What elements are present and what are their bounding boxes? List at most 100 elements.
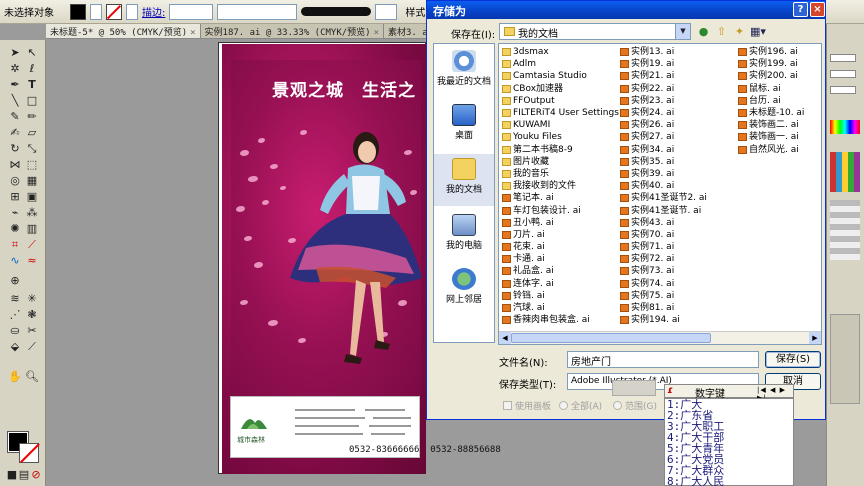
file-list-item[interactable]: 实例73. ai <box>620 265 707 277</box>
file-list-item[interactable]: 装饰画一. ai <box>738 131 804 143</box>
stroke-color-swatch[interactable] <box>19 443 39 463</box>
file-list-item[interactable]: 实例23. ai <box>620 95 707 107</box>
warp-tool-icon[interactable]: ∿ <box>7 254 23 268</box>
place-my-computer[interactable]: 我的电脑 <box>434 210 494 262</box>
column-graph-tool-icon[interactable]: ▥ <box>24 222 40 236</box>
scroll-left-icon[interactable]: ◀ <box>499 332 511 344</box>
rotate-tool-icon[interactable]: ↻ <box>7 142 23 156</box>
mesh-tool-icon[interactable]: ⊞ <box>7 190 23 204</box>
file-list[interactable]: 3dsmax Adlm Camtasia Studio CBox加速器 FFOutput… <box>498 43 822 345</box>
artboard-tool-icon[interactable]: ⌗ <box>7 238 23 252</box>
stroke-swatch[interactable] <box>106 3 122 20</box>
type-tool-icon[interactable]: T <box>24 78 40 92</box>
file-list-item[interactable]: 实例35. ai <box>620 156 707 168</box>
stroke-dropdown[interactable] <box>126 3 138 20</box>
direct-selection-tool-icon[interactable]: ↖ <box>24 46 40 60</box>
back-icon[interactable]: ● <box>695 23 712 40</box>
file-list-item[interactable]: 花束. ai <box>502 241 619 253</box>
scroll-thumb[interactable] <box>511 333 711 343</box>
none-mode-icon[interactable]: ⊘ <box>28 468 44 482</box>
file-list-item[interactable]: 实例70. ai <box>620 229 707 241</box>
file-list-item[interactable]: 实例13. ai <box>620 46 707 58</box>
view-menu-icon[interactable]: ▦▾ <box>747 23 769 40</box>
brush-select[interactable] <box>375 3 398 20</box>
help-button[interactable]: ? <box>793 2 808 17</box>
pucker-tool-icon[interactable]: ⋰ <box>7 308 23 322</box>
file-list-item[interactable]: 3dsmax <box>502 46 619 58</box>
all-radio[interactable]: 全部(A) <box>559 399 602 412</box>
place-desktop[interactable]: 桌面 <box>434 100 494 152</box>
file-list-item[interactable]: 实例19. ai <box>620 58 707 70</box>
variable-width-select[interactable] <box>217 3 298 20</box>
paintbrush-tool-icon[interactable]: ✎ <box>7 110 23 124</box>
close-button[interactable]: × <box>810 2 825 17</box>
scissors-tool-icon[interactable]: ✂ <box>24 324 40 338</box>
close-icon[interactable]: × <box>374 28 379 38</box>
file-list-item[interactable]: 卡通. ai <box>502 253 619 265</box>
file-list-item[interactable]: 实例39. ai <box>620 168 707 180</box>
file-list-item[interactable]: 实例40. ai <box>620 180 707 192</box>
file-list-item[interactable]: 实例41圣诞节. ai <box>620 204 707 216</box>
file-list-item[interactable]: 实例34. ai <box>620 144 707 156</box>
line-tool-icon[interactable]: ╲ <box>7 94 23 108</box>
width-tool-icon[interactable]: ⋈ <box>7 158 23 172</box>
chevron-down-icon[interactable]: ▼ <box>675 24 690 39</box>
file-list-item[interactable]: 第二本书稿8-9 <box>502 144 619 156</box>
dialog-title-bar[interactable]: 存储为 ? × <box>427 1 825 19</box>
file-list-item[interactable]: 车灯包装设计. ai <box>502 204 619 216</box>
place-recent[interactable]: 我最近的文档 <box>434 46 494 98</box>
file-list-item[interactable]: 未标题-10. ai <box>738 107 804 119</box>
file-list-item[interactable]: 实例194. ai <box>620 314 707 326</box>
doc-tab-2[interactable]: 实例187. ai @ 33.33% (CMYK/预览) × <box>201 24 385 38</box>
pencil-tool-icon[interactable]: ✏ <box>24 110 40 124</box>
selection-tool-icon[interactable]: ➤ <box>7 46 23 60</box>
file-list-item[interactable]: Camtasia Studio <box>502 70 619 82</box>
free-transform-tool-icon[interactable]: ⬚ <box>24 158 40 172</box>
place-network[interactable]: 网上邻居 <box>434 264 494 316</box>
blob-brush-tool-icon[interactable]: ✍ <box>7 126 23 140</box>
file-list-item[interactable]: 实例81. ai <box>620 302 707 314</box>
file-list-item[interactable]: FFOutput <box>502 95 619 107</box>
up-folder-icon[interactable]: ⇧ <box>713 23 730 40</box>
file-list-item[interactable]: 我的音乐 <box>502 168 619 180</box>
use-artboards-checkbox[interactable]: 使用画板 <box>503 399 551 412</box>
save-button[interactable]: 保存(S) <box>765 351 821 368</box>
file-list-item[interactable]: 实例21. ai <box>620 70 707 82</box>
eyedropper-tool-icon[interactable]: ⌁ <box>7 206 23 220</box>
knife-tool-icon[interactable]: ⟋ <box>24 340 40 354</box>
wave-tool-icon[interactable]: ≋ <box>7 292 23 306</box>
file-list-item[interactable]: 图片收藏 <box>502 156 619 168</box>
save-in-dropdown[interactable]: 我的文档 ▼ <box>499 23 691 40</box>
file-list-item[interactable]: 实例199. ai <box>738 58 804 70</box>
paint-bucket-tool-icon[interactable]: ⛀ <box>7 324 23 338</box>
scale-tool-icon[interactable]: ⤡ <box>24 142 40 156</box>
bloat-tool-icon[interactable]: ❃ <box>24 308 40 322</box>
file-list-item[interactable]: Youku Files <box>502 131 619 143</box>
stroke-weight-input[interactable] <box>169 3 214 20</box>
stroke-link[interactable]: 描边: <box>142 4 165 19</box>
file-list-item[interactable]: 丑小鸭. ai <box>502 217 619 229</box>
horizontal-scrollbar[interactable]: ◀ ▶ <box>499 331 821 344</box>
file-list-item[interactable]: 实例24. ai <box>620 107 707 119</box>
file-list-item[interactable]: 汽球. ai <box>502 302 619 314</box>
shape-builder-tool-icon[interactable]: ◎ <box>7 174 23 188</box>
doc-tab-1[interactable]: 未标题-5* @ 50% (CMYK/预览) × <box>46 24 201 38</box>
blend-tool-icon[interactable]: ⁂ <box>24 206 40 220</box>
file-list-item[interactable]: FILTERiT4 User Settings <box>502 107 619 119</box>
file-list-item[interactable]: 实例27. ai <box>620 131 707 143</box>
file-list-item[interactable]: 实例71. ai <box>620 241 707 253</box>
pen-tool-icon[interactable]: ✒ <box>7 78 23 92</box>
eraser-tool-icon[interactable]: ▱ <box>24 126 40 140</box>
perspective-grid-tool-icon[interactable]: ▦ <box>24 174 40 188</box>
file-list-item[interactable]: 实例72. ai <box>620 253 707 265</box>
file-list-item[interactable]: 笔记本. ai <box>502 192 619 204</box>
ime-title-bar[interactable]: ɾ 数字键 |◀ ◀ ▶ ▶| <box>664 384 794 402</box>
twirl-tool-icon[interactable]: ≈ <box>24 254 40 268</box>
new-folder-icon[interactable]: ✦ <box>731 23 748 40</box>
magic-wand-tool-icon[interactable]: ✲ <box>7 62 23 76</box>
fill-swatch[interactable] <box>70 3 86 20</box>
file-list-item[interactable]: 香辣肉串包装盒. ai <box>502 314 619 326</box>
rectangle-tool-icon[interactable]: □ <box>24 94 40 108</box>
file-list-item[interactable]: 礼品盒. ai <box>502 265 619 277</box>
file-list-item[interactable]: 实例200. ai <box>738 70 804 82</box>
